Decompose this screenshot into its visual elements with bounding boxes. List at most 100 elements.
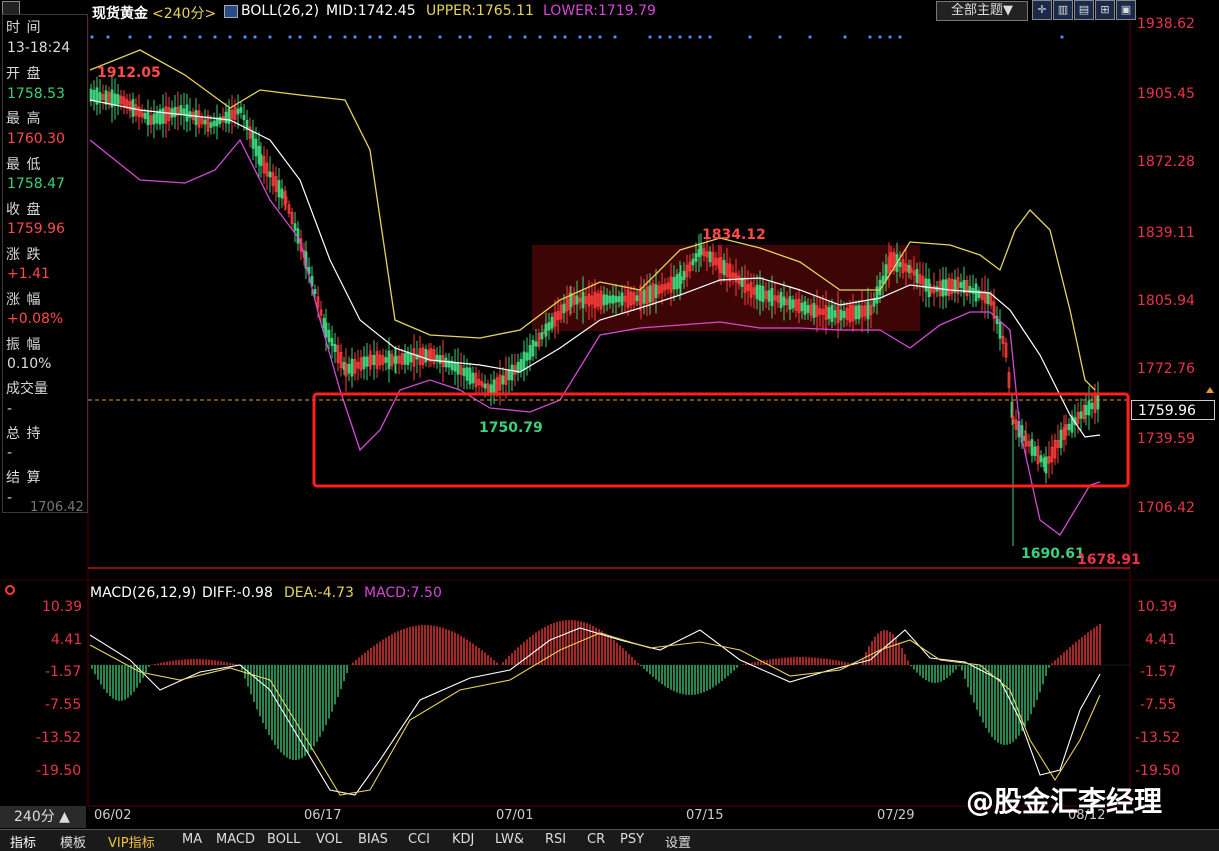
open-value: 1758.53 [7, 86, 65, 102]
signal-dot [898, 35, 902, 39]
period-selector[interactable]: 240分 ▲ [0, 806, 86, 828]
candle-body [152, 113, 156, 125]
candle-body [1096, 394, 1100, 410]
signal-dot [843, 35, 847, 39]
symbol-name: 现货黄金 [92, 6, 148, 22]
tab-bias[interactable]: BIAS [358, 832, 388, 847]
boll-upper-line [89, 49, 1096, 391]
candle-body [268, 171, 272, 178]
price-axis-tick: 1739.59 [1137, 431, 1195, 447]
candle-body [872, 298, 876, 307]
candle-body [878, 279, 882, 296]
candle-body [581, 291, 585, 309]
candle-body [854, 305, 858, 320]
candle-body [209, 122, 213, 128]
candle-body [251, 131, 255, 149]
macd-axis-right-tick: -7.55 [1140, 697, 1177, 713]
high-label: 最 高 [6, 111, 42, 127]
open-interest-value: - [7, 445, 13, 461]
low-label: 最 低 [6, 157, 42, 173]
candle-body [435, 354, 439, 362]
indicator-icon[interactable] [224, 5, 238, 18]
annotation-peak: 1834.12 [702, 227, 766, 243]
signal-dot [328, 35, 332, 39]
candle-body [562, 303, 566, 314]
candle-body [438, 355, 442, 364]
annotation-high-start: 1912.05 [97, 65, 161, 81]
candle-body [699, 244, 703, 256]
boll-lower-line [89, 138, 1101, 536]
signal-dot [868, 35, 872, 39]
candle-body [534, 341, 538, 347]
candle-body [986, 292, 990, 305]
tab-ma[interactable]: MA [182, 832, 202, 847]
time-label: 时 间 [6, 20, 42, 36]
tab-cci[interactable]: CCI [408, 832, 430, 847]
candle-body [456, 362, 460, 375]
candle-body [866, 301, 870, 320]
candle-body [280, 188, 284, 199]
candle-body [679, 276, 683, 284]
candle-body [155, 112, 159, 124]
tab-settings[interactable]: 设置 [665, 832, 691, 851]
candle-body [881, 275, 885, 285]
signal-dot [393, 35, 397, 39]
candle-body [806, 305, 810, 313]
macd-axis-left-tick: -7.55 [45, 697, 82, 713]
tab-psy[interactable]: PSY [620, 832, 644, 847]
price-axis-tick: 1905.45 [1137, 86, 1195, 102]
macd-histogram [91, 620, 1101, 760]
candle-body [540, 331, 544, 340]
candle-body [185, 104, 189, 122]
macd-settings-icon[interactable] [5, 585, 15, 595]
candle-body [501, 375, 505, 385]
signal-dot [378, 35, 382, 39]
candle-body [330, 337, 334, 347]
tab-boll[interactable]: BOLL [267, 832, 300, 847]
candle-body [453, 362, 457, 372]
tab-vip-indicator[interactable]: VIP指标 [108, 832, 155, 851]
candle-body [1044, 456, 1048, 474]
date-axis-tick: 07/29 [877, 808, 915, 823]
open-interest-label: 总 持 [6, 426, 42, 442]
macd-label: MACD(26,12,9) [90, 585, 197, 601]
tab-vol[interactable]: VOL [316, 832, 342, 847]
time-value: 13-18:24 [7, 40, 71, 56]
date-axis-tick: 07/01 [496, 808, 534, 823]
settle-label: 结 算 [6, 470, 42, 486]
theme-dropdown-button[interactable]: 全部主题▼ [936, 1, 1028, 21]
macd-axis-right-tick: -19.50 [1135, 763, 1181, 779]
watermark: @股金汇李经理 [966, 785, 1163, 818]
split-view-icon[interactable]: ▤ [1074, 0, 1094, 20]
tab-indicator[interactable]: 指标 [10, 832, 36, 851]
candle-body [372, 354, 376, 366]
candle-body [327, 329, 331, 343]
date-axis-tick: 07/15 [686, 808, 724, 823]
layout-icon[interactable]: ▣ [1116, 0, 1136, 20]
candle-body [767, 290, 771, 302]
candle-body [212, 120, 216, 127]
tab-cr[interactable]: CR [587, 832, 605, 847]
pct-label: 涨 幅 [6, 292, 42, 308]
tab-macd[interactable]: MACD [216, 832, 255, 847]
expand-icon[interactable]: ⊞ [1095, 0, 1115, 20]
candle-body [605, 294, 609, 305]
chart-view-icon[interactable]: ▥ [1053, 0, 1073, 20]
signal-dot [648, 35, 652, 39]
signal-dot [368, 35, 372, 39]
tab-template[interactable]: 模板 [60, 832, 86, 851]
change-value: +1.41 [7, 266, 50, 282]
candle-body [617, 296, 621, 302]
high-value: 1760.30 [7, 131, 65, 147]
crosshair-icon[interactable]: ✛ [1032, 0, 1052, 20]
candle-body [89, 88, 93, 102]
candle-body [611, 295, 615, 304]
candle-body [755, 284, 759, 300]
candle-body [424, 349, 428, 363]
candle-body [254, 138, 258, 157]
tab-rsi[interactable]: RSI [545, 832, 566, 847]
signal-dot [508, 35, 512, 39]
tab-lw[interactable]: LW& [495, 832, 524, 847]
candle-body [614, 296, 618, 303]
tab-kdj[interactable]: KDJ [452, 832, 474, 847]
